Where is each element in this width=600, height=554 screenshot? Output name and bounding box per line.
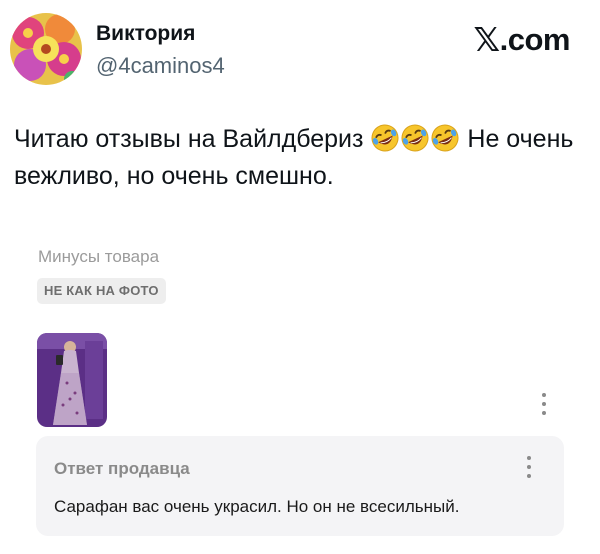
- seller-reply-more-icon[interactable]: [523, 456, 535, 478]
- tweet-text: Читаю отзывы на Вайлдбериз Не очень вежл…: [14, 121, 574, 195]
- review-photo[interactable]: [37, 333, 107, 427]
- x-logo-icon: 𝕏: [473, 20, 501, 59]
- seller-reply-title: Ответ продавца: [54, 459, 190, 478]
- author-avatar[interactable]: [10, 13, 82, 85]
- rolling-on-floor-laughing-emoji-icon: [371, 124, 399, 152]
- flower-avatar-icon: [10, 13, 82, 85]
- tweet-text-main: Читаю отзывы на Вайлдбериз: [14, 125, 364, 153]
- review-screenshot: Минусы товара НЕ КАК НА ФОТО Ответ прода…: [0, 225, 600, 554]
- rolling-on-floor-laughing-emoji-icon: [431, 124, 459, 152]
- cons-tag: НЕ КАК НА ФОТО: [37, 278, 166, 304]
- cons-label: Минусы товара: [38, 247, 160, 266]
- author-handle[interactable]: @4caminos4: [96, 53, 225, 79]
- review-more-icon[interactable]: [538, 393, 550, 415]
- seller-reply-text: Сарафан вас очень украсил. Но он не всес…: [54, 497, 460, 516]
- author-name[interactable]: Виктория: [96, 22, 195, 46]
- x-com-logo: 𝕏 .com: [473, 20, 571, 59]
- seller-reply-box: Ответ продавца Сарафан вас очень украсил…: [36, 436, 564, 536]
- dress-photo-thumbnail-icon: [37, 333, 107, 427]
- rolling-on-floor-laughing-emoji-icon: [401, 124, 429, 152]
- brand-suffix: .com: [499, 21, 571, 57]
